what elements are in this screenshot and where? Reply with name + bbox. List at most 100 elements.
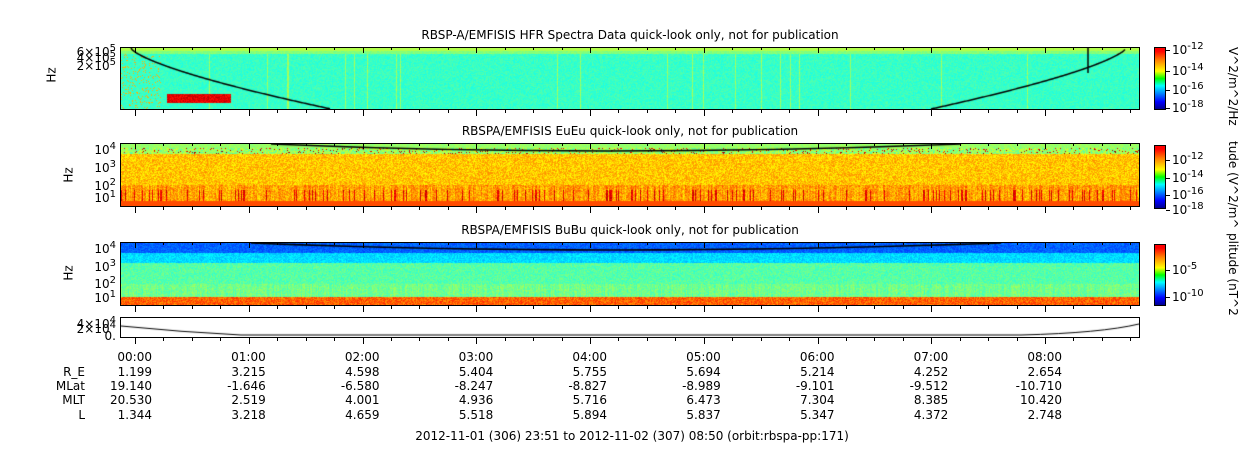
x-tick — [789, 110, 791, 113]
x-tick — [1101, 143, 1103, 146]
x-tick — [902, 207, 904, 210]
x-tick — [476, 110, 478, 116]
x-tick — [1073, 306, 1075, 309]
x-tick — [874, 242, 876, 245]
tick-exponent: 1 — [109, 189, 116, 200]
x-tick — [703, 242, 705, 248]
x-tick — [646, 47, 648, 50]
x-tick — [931, 143, 933, 149]
ephemeris-value: -9.512 — [909, 379, 949, 393]
x-tick — [959, 110, 961, 113]
ephemeris-value: 4.598 — [345, 365, 380, 379]
ephemeris-value: 5.347 — [800, 408, 835, 422]
x-tick — [277, 207, 279, 210]
x-tick — [931, 338, 933, 344]
x-tick — [618, 338, 620, 341]
tick-exponent: -5 — [1187, 261, 1198, 272]
x-tick — [646, 110, 648, 113]
tick-base: 10 — [94, 291, 110, 305]
x-tick — [220, 143, 222, 146]
x-tick — [590, 306, 591, 312]
tick-base: 10 — [94, 191, 110, 205]
x-tick — [163, 306, 165, 309]
x-tick — [163, 47, 165, 50]
x-tick — [362, 207, 364, 213]
x-tick — [390, 207, 392, 210]
x-tick — [1045, 110, 1046, 116]
y-tick-label: 103 — [94, 160, 116, 175]
x-tick — [390, 47, 392, 50]
ephemeris-value: 1.344 — [117, 408, 152, 422]
x-tick — [988, 47, 990, 50]
x-tick — [504, 143, 506, 146]
x-tick — [931, 47, 933, 53]
tick-base: 10 — [1172, 203, 1188, 217]
x-tick — [817, 338, 819, 344]
x-tick — [419, 110, 421, 113]
footer-time-range: 2012-11-01 (306) 23:51 to 2012-11-02 (30… — [415, 429, 849, 443]
x-tick — [845, 306, 847, 309]
x-tick — [675, 306, 677, 309]
x-tick — [817, 242, 819, 248]
tick-exponent: -18 — [1187, 201, 1204, 212]
x-tick — [874, 338, 876, 341]
x-tick — [476, 306, 478, 312]
x-tick — [703, 143, 705, 149]
ephemeris-value: 20.530 — [110, 393, 152, 407]
x-tick — [504, 242, 506, 245]
x-tick — [845, 338, 847, 341]
tick-base: 10 — [1172, 290, 1188, 304]
x-tick — [135, 338, 136, 344]
x-tick — [760, 242, 762, 245]
tick-exponent: 1 — [109, 289, 116, 300]
x-tick — [988, 143, 990, 146]
y-tick-label: 104 — [94, 241, 116, 256]
x-tick — [504, 207, 506, 210]
x-tick — [305, 110, 307, 113]
x-tick — [902, 47, 904, 50]
x-tick — [675, 110, 677, 113]
tick-base: 10 — [94, 143, 110, 157]
row-label-mlt: MLT — [62, 393, 85, 407]
ephemeris-value: 4.252 — [913, 365, 949, 379]
x-tick — [902, 110, 904, 113]
x-tick — [248, 110, 250, 116]
tick-base: 10 — [1172, 101, 1188, 115]
ephemeris-value: 5.404 — [458, 365, 494, 379]
tick-exponent: -12 — [1187, 41, 1204, 52]
colorbar-tick — [1166, 90, 1170, 91]
colorbar-3-label: plitude (nT^2 — [1226, 233, 1240, 316]
x-tick — [732, 306, 734, 309]
x-tick — [447, 306, 449, 309]
ephemeris-value: -8.989 — [682, 379, 721, 393]
x-tick — [163, 242, 165, 245]
x-tick — [277, 47, 279, 50]
x-tick — [1045, 47, 1046, 53]
ephemeris-value: -8.247 — [454, 379, 494, 393]
x-tick — [1130, 110, 1132, 113]
colorbar-tick-label: 10-12 — [1172, 152, 1204, 167]
x-tick — [1130, 143, 1132, 146]
x-tick — [561, 338, 563, 341]
x-tick — [390, 306, 392, 309]
colorbar-tick-label: 10-16 — [1172, 187, 1204, 202]
tick-base: 0. — [104, 329, 116, 343]
x-tick — [1130, 242, 1132, 245]
x-tick — [1073, 338, 1075, 341]
x-tick — [646, 338, 648, 341]
ephemeris-value: 4.936 — [458, 393, 494, 407]
y-tick-label: 2×105 — [77, 58, 116, 73]
ephemeris-value: 19.140 — [110, 379, 152, 393]
ephemeris-value: 5.716 — [572, 393, 607, 407]
x-tick — [1130, 207, 1132, 210]
x-tick — [1101, 110, 1103, 113]
x-tick — [789, 306, 791, 309]
x-tick — [362, 110, 364, 116]
x-tick — [703, 207, 705, 213]
x-tick — [590, 143, 591, 149]
y-tick-label: 0. — [105, 330, 116, 342]
x-tick — [902, 143, 904, 146]
x-tick — [789, 338, 791, 341]
colorbar-2-label: tude (V^2/m^ — [1226, 141, 1240, 229]
x-tick-label: 05:00 — [686, 350, 721, 364]
